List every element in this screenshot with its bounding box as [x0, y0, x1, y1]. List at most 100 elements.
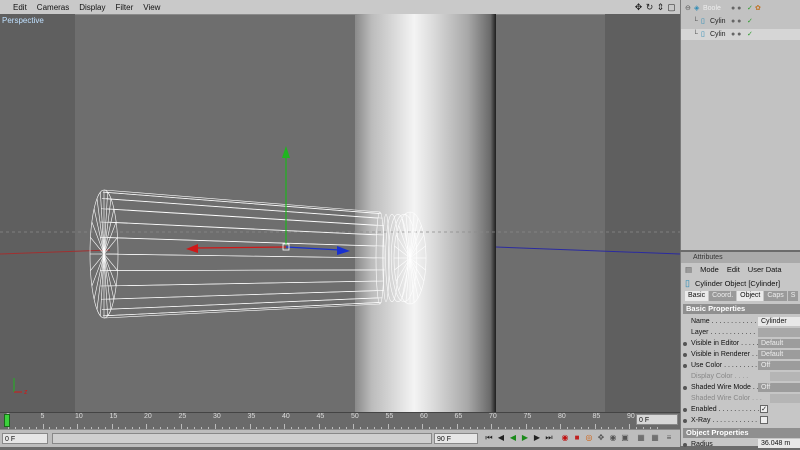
viewport[interactable]: Edit Cameras Display Filter View ✥ ↻ ⇕ ▢: [0, 0, 680, 412]
menu-cameras[interactable]: Cameras: [32, 3, 74, 12]
step-forward-icon[interactable]: ▶: [532, 433, 542, 443]
menu-filter[interactable]: Filter: [110, 3, 138, 12]
display-color-swatch[interactable]: [770, 372, 800, 381]
viewport-menubar: Edit Cameras Display Filter View ✥ ↻ ⇕ ▢: [0, 0, 680, 15]
end-frame-field[interactable]: 90 F: [434, 433, 478, 444]
tab-coord[interactable]: Coord.: [709, 291, 737, 301]
name-field[interactable]: Cylinder: [758, 317, 800, 326]
timeline-ruler[interactable]: 051015202530354045505560657075808590: [0, 412, 680, 429]
object-row-cylinder-2[interactable]: └ ▯ Cylin ● ● ✓: [681, 29, 800, 40]
shaded-wire-mode-dropdown[interactable]: Off: [758, 383, 800, 392]
range-slider[interactable]: [52, 433, 432, 444]
viewport-label: Perspective: [2, 16, 44, 25]
timeline-menu-icon[interactable]: ≡: [664, 433, 674, 443]
section-basic-properties[interactable]: Basic Properties: [683, 304, 800, 314]
attribute-tabs: Basic Coord. Object Caps S: [685, 291, 799, 301]
timeline-tick-label: 45: [316, 413, 325, 420]
radius-field[interactable]: 36.048 m: [758, 439, 800, 448]
3d-scene[interactable]: z: [0, 14, 680, 412]
body-edge: [102, 191, 379, 214]
visibility-dots-icon[interactable]: ● ●: [731, 16, 741, 27]
section-object-properties[interactable]: Object Properties: [683, 428, 800, 438]
object-row-cylinder-1[interactable]: └ ▯ Cylin ● ● ✓: [681, 16, 800, 27]
enabled-check-icon[interactable]: ✓: [747, 16, 753, 27]
play-backward-icon[interactable]: ◀: [508, 433, 518, 443]
menu-user-data[interactable]: User Data: [744, 264, 786, 276]
autokey-icon[interactable]: ■: [572, 433, 582, 443]
timeline-tick-label: 75: [523, 413, 532, 420]
move-view-icon[interactable]: ✥: [634, 2, 643, 12]
enabled-check-icon[interactable]: ✓: [747, 3, 753, 14]
visibility-dots-icon[interactable]: ● ●: [731, 3, 741, 14]
visible-editor-dropdown[interactable]: Default: [758, 339, 800, 348]
go-to-start-icon[interactable]: ⏮: [484, 433, 494, 443]
body-edge: [102, 302, 379, 317]
layer-field[interactable]: [758, 328, 800, 337]
timeline-tick-label: 90: [627, 413, 635, 420]
shaded-wire-color-swatch[interactable]: [770, 394, 800, 403]
pla-key-icon[interactable]: ▦: [650, 433, 660, 443]
timeline-tick-label: 55: [385, 413, 394, 420]
rotation-key-icon[interactable]: ◉: [608, 433, 618, 443]
object-name[interactable]: Cylin: [710, 29, 726, 40]
attributes-manager: Attributes ▤ Mode Edit User Data ▯ Cylin…: [680, 252, 800, 448]
tab-object[interactable]: Object: [737, 291, 764, 301]
visible-renderer-dropdown[interactable]: Default: [758, 350, 800, 359]
timeline-tick-label: 20: [144, 413, 152, 420]
object-name[interactable]: Cylin: [710, 16, 726, 27]
record-keys-icon[interactable]: ◉: [560, 433, 570, 443]
param-key-icon[interactable]: ▦: [636, 433, 646, 443]
animate-dot-icon[interactable]: [683, 443, 687, 447]
body-edge: [100, 280, 376, 287]
menu-mode[interactable]: Mode: [696, 264, 723, 276]
animate-dot-icon[interactable]: [683, 364, 687, 368]
rotate-view-icon[interactable]: ↻: [645, 2, 654, 12]
z-axis-arrow[interactable]: [337, 246, 350, 255]
keyframe-selection-icon[interactable]: ◎: [584, 433, 594, 443]
zoom-view-icon[interactable]: ⇕: [656, 2, 665, 12]
start-frame-field[interactable]: 0 F: [2, 433, 48, 444]
use-color-dropdown[interactable]: Off: [758, 361, 800, 370]
menu-view[interactable]: View: [138, 3, 165, 12]
current-frame-field[interactable]: 0 F: [636, 414, 678, 425]
object-manager[interactable]: ⊖ ◈ Boole ● ● ✓ ✿ └ ▯ Cylin ● ● ✓ └ ▯ Cy…: [680, 0, 800, 250]
object-row-boole[interactable]: ⊖ ◈ Boole ● ● ✓ ✿: [681, 3, 800, 14]
cylinder-icon: ▯: [701, 18, 705, 25]
object-title: Cylinder Object [Cylinder]: [695, 279, 781, 288]
body-edge: [101, 290, 377, 300]
timeline-tick-label: 80: [558, 413, 566, 420]
attributes-menu-icon[interactable]: ▤: [681, 264, 696, 276]
timeline-tick-label: 25: [178, 413, 187, 420]
animate-dot-icon[interactable]: [683, 419, 687, 423]
playhead[interactable]: [4, 414, 10, 427]
tab-caps[interactable]: Caps: [764, 291, 787, 301]
go-to-end-icon[interactable]: ⏭: [544, 433, 554, 443]
x-axis-arrow[interactable]: [186, 244, 198, 253]
enabled-check-icon[interactable]: ✓: [747, 29, 753, 40]
tab-s[interactable]: S: [787, 291, 799, 301]
tree-expand-icon[interactable]: ⊖: [685, 3, 691, 14]
maximize-view-icon[interactable]: ▢: [667, 2, 676, 12]
animate-dot-icon[interactable]: [683, 342, 687, 346]
menu-edit[interactable]: Edit: [723, 264, 744, 276]
prop-visible-editor: Visible in Editor . . . . . Default: [681, 338, 800, 349]
menu-display[interactable]: Display: [74, 3, 110, 12]
play-forward-icon[interactable]: ▶: [520, 433, 530, 443]
xray-checkbox[interactable]: [760, 416, 768, 424]
attributes-title: Attributes: [681, 252, 800, 263]
animate-dot-icon[interactable]: [683, 408, 687, 412]
object-name[interactable]: Boole: [703, 3, 721, 14]
menu-edit[interactable]: Edit: [8, 3, 32, 12]
enabled-checkbox[interactable]: ✓: [760, 405, 768, 413]
tree-branch-icon: └: [693, 18, 698, 25]
animate-dot-icon[interactable]: [683, 386, 687, 390]
timeline-tick-label: 65: [454, 413, 463, 420]
step-back-icon[interactable]: ◀: [496, 433, 506, 443]
position-key-icon[interactable]: ✥: [596, 433, 606, 443]
visibility-dots-icon[interactable]: ● ●: [731, 29, 741, 40]
tab-basic[interactable]: Basic: [685, 291, 709, 301]
tag-icon[interactable]: ✿: [755, 3, 761, 14]
animate-dot-icon[interactable]: [683, 353, 687, 357]
y-axis-arrow[interactable]: [282, 146, 290, 158]
scale-key-icon[interactable]: ▣: [620, 433, 630, 443]
